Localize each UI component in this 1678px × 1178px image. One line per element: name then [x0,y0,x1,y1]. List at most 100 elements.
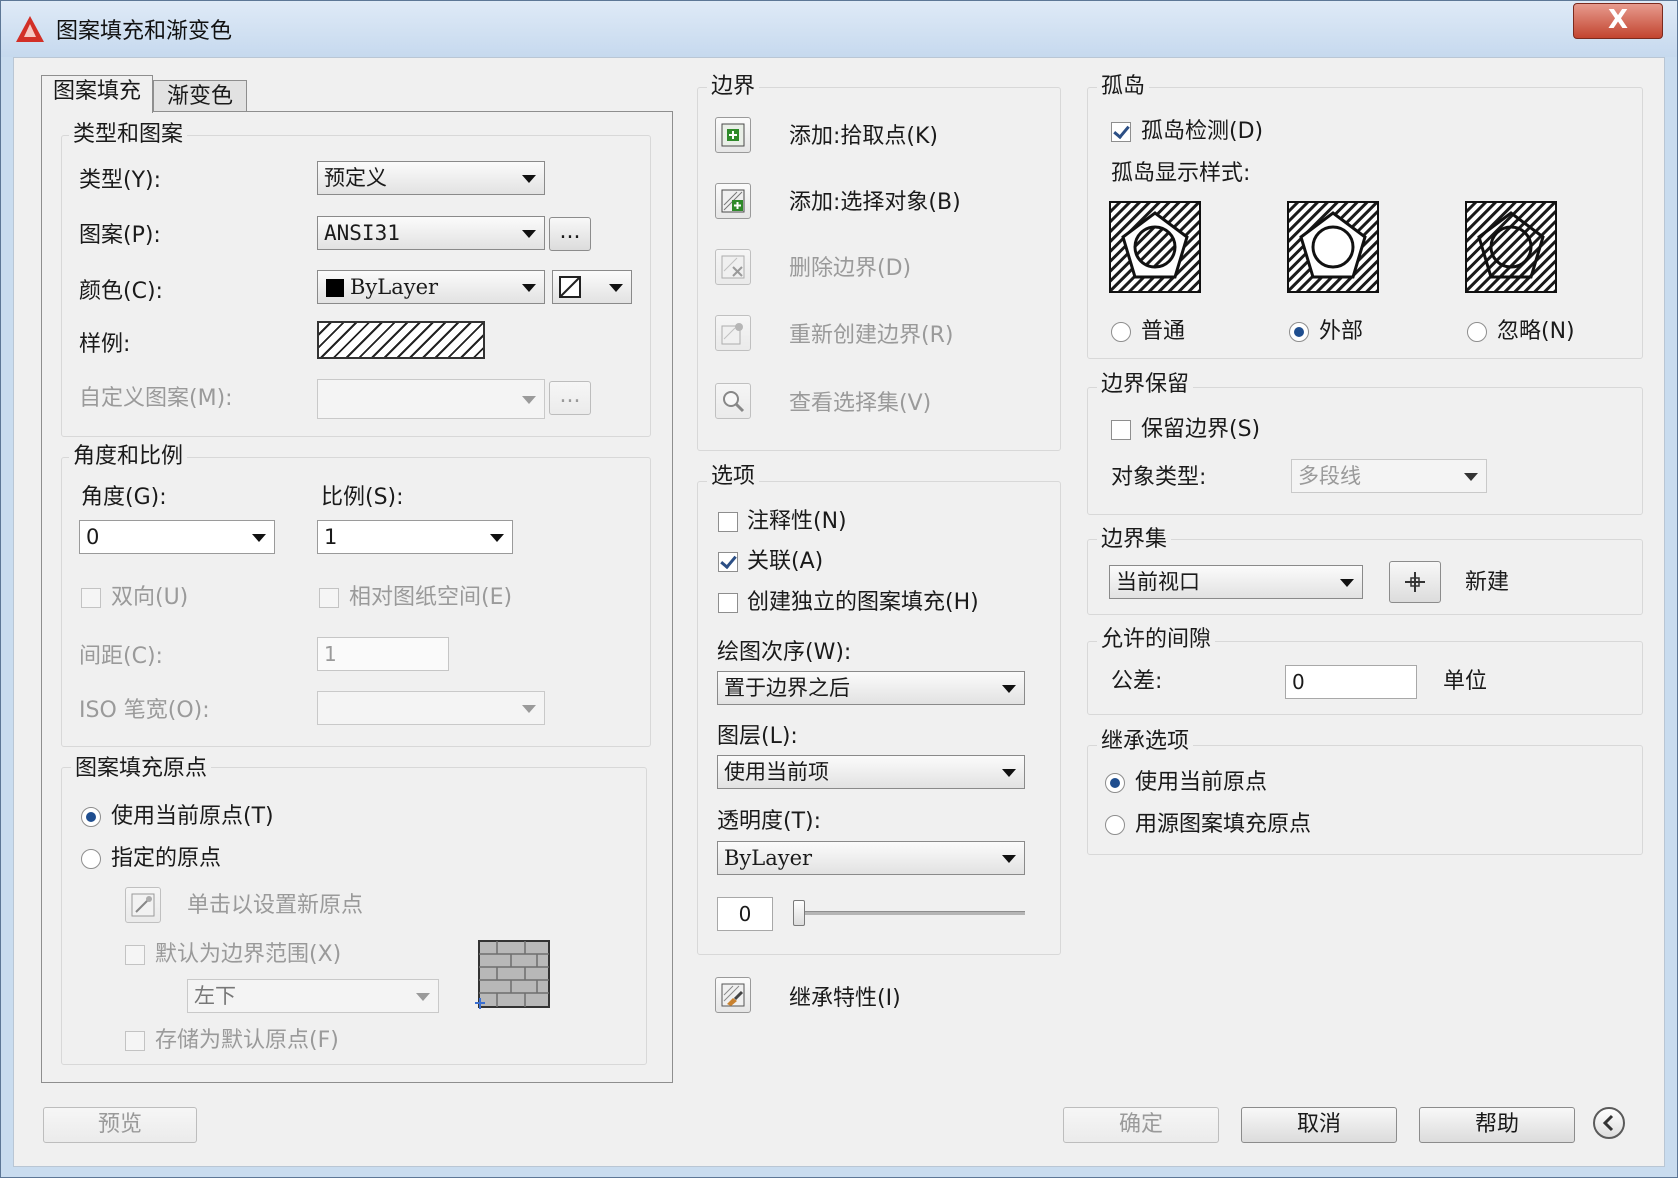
island-outer-radio[interactable] [1289,322,1309,342]
chevron-down-icon [522,705,536,713]
inherit-use-current-origin-radio[interactable] [1105,773,1125,793]
retain-boundaries-checkbox[interactable] [1111,420,1131,440]
help-button[interactable]: 帮助 [1419,1107,1575,1143]
click-set-origin-label: 单击以设置新原点 [187,893,364,918]
tolerance-input[interactable]: 0 [1285,665,1417,699]
view-selections-button[interactable] [715,383,751,419]
background-color-select[interactable] [552,270,632,304]
magnifier-icon [723,391,745,413]
default-extents-checkbox[interactable] [125,945,145,965]
tab-gradient[interactable]: 渐变色 [153,80,247,112]
hatch-dialog-window: 图案填充和渐变色 X 图案填充 渐变色 类型和图案 类型(Y): 预定义 图案(… [0,0,1678,1178]
chevron-down-icon [1002,769,1016,777]
new-boundary-set-button[interactable] [1389,561,1441,603]
angle-select[interactable]: 0 [79,520,275,554]
object-type-select[interactable]: 多段线 [1291,459,1487,493]
inherit-options-group [1087,745,1643,855]
color-select[interactable]: ByLayer [317,270,545,304]
store-default-origin-checkbox[interactable] [125,1031,145,1051]
boundary-set-group-title: 边界集 [1097,527,1172,553]
scale-label: 比例(S): [321,485,404,510]
set-origin-button[interactable] [125,887,161,923]
chevron-down-icon [1002,685,1016,693]
separate-hatches-label: 创建独立的图案填充(H) [747,590,979,615]
gap-tolerance-group-title: 允许的间隙 [1097,627,1216,653]
add-select-objects-icon [721,189,745,213]
chevron-down-icon [416,993,430,1001]
transparency-slider-thumb[interactable] [793,900,805,926]
separate-hatches-checkbox[interactable] [718,593,738,613]
transparency-select[interactable]: ByLayer [717,841,1025,875]
radio-selected-dot [86,812,96,822]
scale-select[interactable]: 1 [317,520,513,554]
window-title: 图案填充和渐变色 [56,19,233,44]
island-detection-checkbox[interactable] [1111,121,1131,142]
island-normal-icon [1109,201,1201,293]
close-button[interactable]: X [1573,3,1663,39]
extents-position-value: 左下 [194,984,236,1008]
add-pick-points-label[interactable]: 添加:拾取点(K) [789,124,938,150]
angle-scale-group-title: 角度和比例 [69,444,188,470]
cancel-button[interactable]: 取消 [1241,1107,1397,1143]
boundary-set-select[interactable]: 当前视口 [1109,565,1363,599]
tab-hatch[interactable]: 图案填充 [41,75,153,113]
island-normal-label: 普通 [1141,319,1186,344]
inherit-properties-button[interactable] [715,977,751,1013]
custom-pattern-browse-button[interactable]: ... [549,381,591,415]
add-pick-points-button[interactable] [715,117,751,153]
pattern-select[interactable]: ANSI31 [317,216,545,250]
draw-order-label: 绘图次序(W): [717,640,852,665]
island-display-style-label: 孤岛显示样式: [1111,161,1251,186]
layer-select[interactable]: 使用当前项 [717,755,1025,789]
associative-checkbox[interactable] [718,551,738,572]
collapse-options-button[interactable] [1593,1107,1625,1139]
recreate-boundary-button[interactable] [715,315,751,351]
inherit-use-source-origin-radio[interactable] [1105,815,1125,835]
custom-pattern-select[interactable] [317,379,545,419]
remove-boundaries-button[interactable] [715,249,751,285]
pattern-browse-button[interactable]: ... [549,217,591,251]
spacing-input[interactable]: 1 [317,637,449,671]
origin-preview-brick-icon [475,940,550,1009]
view-selections-label[interactable]: 查看选择集(V) [789,391,931,417]
islands-group-title: 孤岛 [1097,74,1150,100]
use-current-origin-radio[interactable] [81,807,101,827]
color-swatch [326,279,344,297]
chevron-down-icon [1340,579,1354,587]
island-ignore-radio[interactable] [1467,322,1487,342]
chevron-down-icon [522,230,536,238]
pattern-sample-swatch[interactable] [317,321,485,359]
add-select-objects-button[interactable] [715,183,751,219]
annotative-checkbox[interactable] [718,512,738,532]
add-pick-points-icon [721,123,745,147]
transparency-slider-track[interactable] [797,911,1025,915]
layer-value: 使用当前项 [724,760,829,784]
inherit-use-source-origin-label: 用源图案填充原点 [1135,812,1312,837]
chevron-down-icon [522,284,536,292]
sample-label: 样例: [79,332,131,357]
iso-pen-width-select[interactable] [317,691,545,725]
inherit-use-current-origin-label: 使用当前原点 [1135,770,1268,795]
island-normal-radio[interactable] [1111,322,1131,342]
relative-paper-space-checkbox[interactable] [319,588,339,608]
double-checkbox[interactable] [81,588,101,608]
iso-pen-width-label: ISO 笔宽(O): [79,698,210,723]
extents-position-select[interactable]: 左下 [187,979,439,1013]
draw-order-select[interactable]: 置于边界之后 [717,671,1025,705]
ok-button[interactable]: 确定 [1063,1107,1219,1143]
spacing-label: 间距(C): [79,644,163,669]
transparency-number-input[interactable]: 0 [717,897,773,931]
remove-boundaries-label[interactable]: 删除边界(D) [789,256,911,282]
type-select[interactable]: 预定义 [317,161,545,195]
island-detection-label: 孤岛检测(D) [1141,119,1264,144]
recreate-boundary-label[interactable]: 重新创建边界(R) [789,323,953,349]
transparency-value: ByLayer [724,846,813,870]
use-current-origin-label: 使用当前原点(T) [111,804,274,829]
add-select-objects-label[interactable]: 添加:选择对象(B) [789,190,961,216]
preview-button[interactable]: 预览 [43,1107,197,1143]
crosshair-icon [1405,572,1425,592]
inherit-properties-label[interactable]: 继承特性(I) [789,986,901,1012]
chevron-down-icon [609,284,623,292]
boundaries-group-title: 边界 [707,74,760,100]
specified-origin-radio[interactable] [81,849,101,869]
